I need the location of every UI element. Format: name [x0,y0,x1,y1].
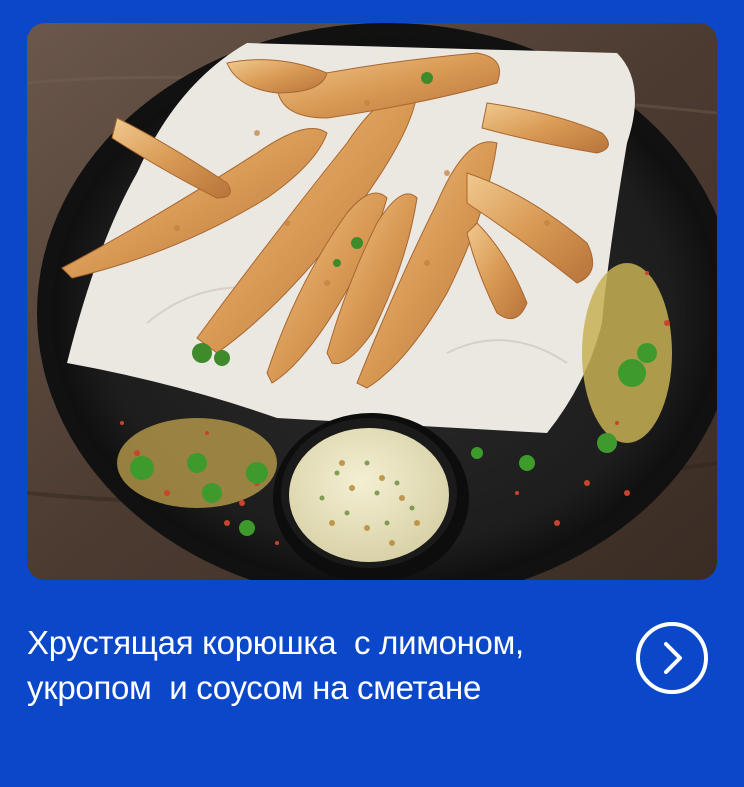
dish-photo[interactable] [27,23,717,580]
dish-title-line-2: укропом и соусом на сметане [27,669,482,706]
next-button[interactable] [636,622,708,694]
promo-card[interactable]: Хрустящая корюшка с лимоном, укропом и с… [0,0,744,787]
dish-title-line-1: Хрустящая корюшка с лимоном, [27,624,524,661]
chevron-right-icon [664,642,682,674]
dish-title: Хрустящая корюшка с лимоном, укропом и с… [27,620,617,710]
